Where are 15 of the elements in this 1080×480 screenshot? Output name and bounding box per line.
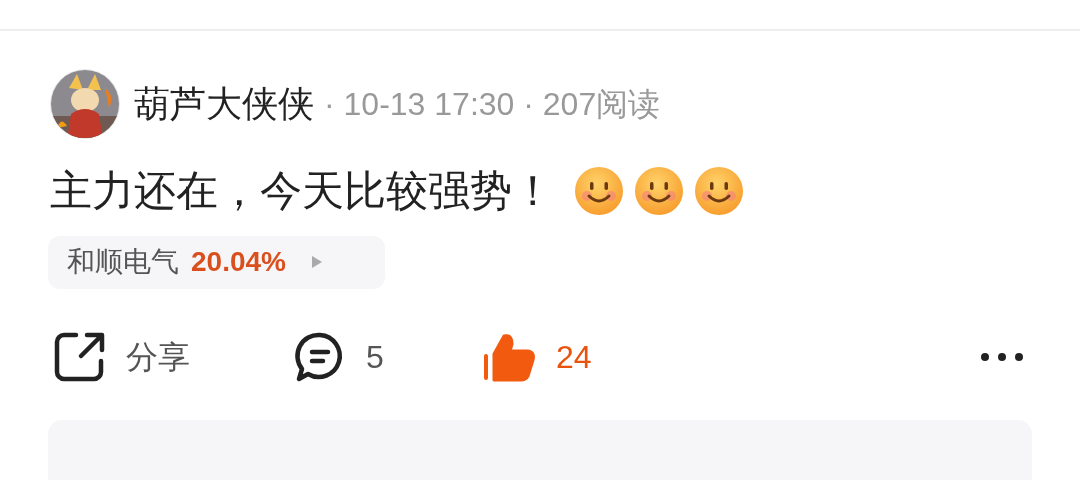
smiley-icon bbox=[694, 166, 744, 217]
stock-name: 和顺电气 bbox=[67, 245, 179, 280]
share-button[interactable]: 分享 bbox=[54, 330, 294, 383]
comment-button[interactable]: 5 bbox=[294, 330, 482, 383]
author-name[interactable]: 葫芦大侠侠 bbox=[134, 86, 314, 122]
smiley-icon bbox=[634, 166, 684, 217]
stock-tag[interactable]: 和顺电气 20.04% bbox=[48, 236, 385, 289]
post-meta: · 10-13 17:30 · 207阅读 bbox=[324, 88, 661, 120]
play-icon bbox=[310, 255, 323, 270]
stock-change: 20.04% bbox=[191, 245, 286, 280]
post-text: 主力还在，今天比较强势！ bbox=[50, 170, 554, 213]
smiley-icon bbox=[574, 166, 624, 217]
share-icon bbox=[54, 330, 106, 383]
like-button[interactable]: 24 bbox=[482, 331, 682, 382]
more-icon[interactable] bbox=[980, 351, 1024, 362]
